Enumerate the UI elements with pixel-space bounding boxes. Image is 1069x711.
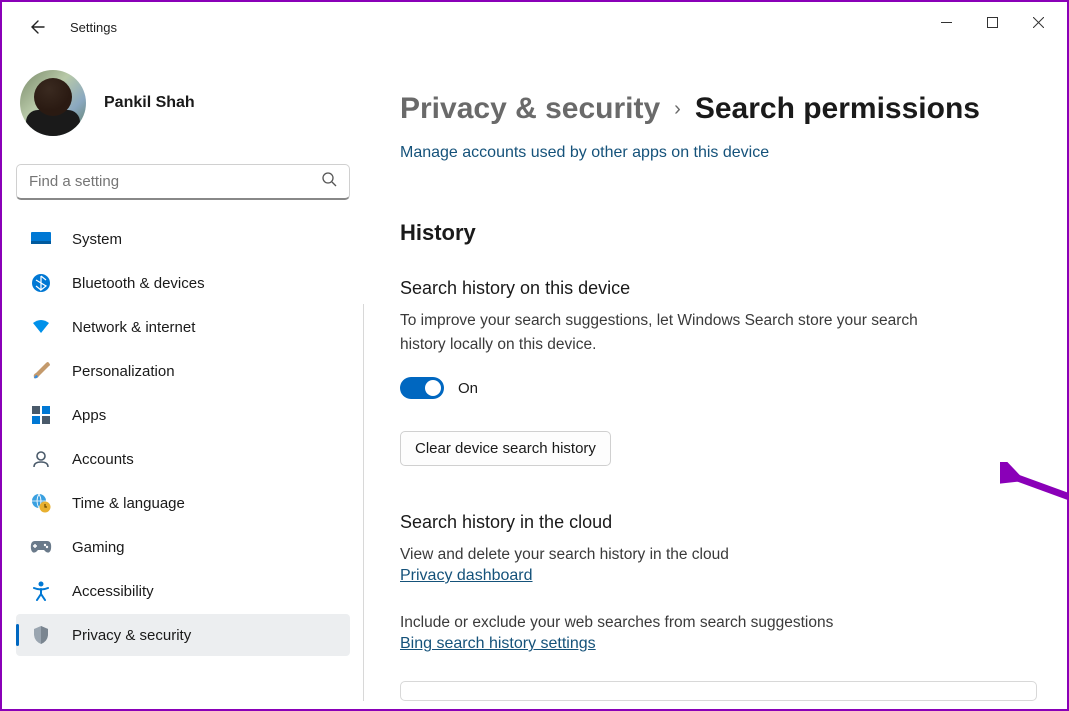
cloud-history-description: View and delete your search history in t… xyxy=(400,543,960,567)
cloud-history-heading: Search history in the cloud xyxy=(400,512,1037,533)
sidebar-item-accounts[interactable]: Accounts xyxy=(16,438,350,480)
sidebar-item-label: Privacy & security xyxy=(72,627,191,644)
sidebar: Pankil Shah System Bluetooth & devices N… xyxy=(2,42,364,701)
chevron-right-icon: › xyxy=(674,98,681,121)
search-history-toggle[interactable] xyxy=(400,377,444,399)
back-button[interactable] xyxy=(26,17,46,37)
device-history-description: To improve your search suggestions, let … xyxy=(400,309,960,357)
breadcrumb: Privacy & security › Search permissions xyxy=(400,92,1037,126)
sidebar-item-accessibility[interactable]: Accessibility xyxy=(16,570,350,612)
sidebar-item-label: Bluetooth & devices xyxy=(72,275,205,292)
sidebar-item-label: Personalization xyxy=(72,363,175,380)
paintbrush-icon xyxy=(30,360,52,382)
app-title: Settings xyxy=(70,20,117,35)
sidebar-item-label: Network & internet xyxy=(72,319,195,336)
sidebar-item-personalization[interactable]: Personalization xyxy=(16,350,350,392)
sidebar-item-label: Apps xyxy=(72,407,106,424)
sidebar-item-label: Accounts xyxy=(72,451,134,468)
toggle-state-label: On xyxy=(458,380,478,397)
clear-history-button[interactable]: Clear device search history xyxy=(400,431,611,466)
breadcrumb-current: Search permissions xyxy=(695,92,980,126)
globe-clock-icon xyxy=(30,492,52,514)
profile-name: Pankil Shah xyxy=(104,94,195,112)
close-button[interactable] xyxy=(1015,6,1061,38)
breadcrumb-parent[interactable]: Privacy & security xyxy=(400,92,660,126)
manage-accounts-link[interactable]: Manage accounts used by other apps on th… xyxy=(400,144,769,161)
minimize-button[interactable] xyxy=(923,6,969,38)
profile-block[interactable]: Pankil Shah xyxy=(20,70,350,136)
privacy-dashboard-link[interactable]: Privacy dashboard xyxy=(400,567,533,584)
avatar xyxy=(20,70,86,136)
apps-icon xyxy=(30,404,52,426)
wifi-icon xyxy=(30,316,52,338)
sidebar-item-label: Gaming xyxy=(72,539,125,556)
sidebar-item-bluetooth[interactable]: Bluetooth & devices xyxy=(16,262,350,304)
sidebar-item-time-language[interactable]: Time & language xyxy=(16,482,350,524)
search-input[interactable] xyxy=(29,173,321,190)
sidebar-item-system[interactable]: System xyxy=(16,218,350,260)
panel-stub xyxy=(400,681,1037,701)
sidebar-item-label: Accessibility xyxy=(72,583,154,600)
person-icon xyxy=(30,448,52,470)
nav-list: System Bluetooth & devices Network & int… xyxy=(16,218,350,656)
device-history-heading: Search history on this device xyxy=(400,278,1037,299)
sidebar-item-gaming[interactable]: Gaming xyxy=(16,526,350,568)
sidebar-item-network[interactable]: Network & internet xyxy=(16,306,350,348)
include-exclude-description: Include or exclude your web searches fro… xyxy=(400,611,960,635)
accessibility-icon xyxy=(30,580,52,602)
sidebar-item-label: System xyxy=(72,231,122,248)
bluetooth-icon xyxy=(30,272,52,294)
bing-settings-link[interactable]: Bing search history settings xyxy=(400,635,596,652)
sidebar-item-apps[interactable]: Apps xyxy=(16,394,350,436)
system-icon xyxy=(30,228,52,250)
gamepad-icon xyxy=(30,536,52,558)
history-heading: History xyxy=(400,220,1037,246)
maximize-button[interactable] xyxy=(969,6,1015,38)
sidebar-item-label: Time & language xyxy=(72,495,185,512)
search-icon xyxy=(321,171,337,192)
shield-icon xyxy=(30,624,52,646)
search-input-wrapper[interactable] xyxy=(16,164,350,200)
sidebar-item-privacy-security[interactable]: Privacy & security xyxy=(16,614,350,656)
header: Settings xyxy=(2,12,1067,42)
main-content: Privacy & security › Search permissions … xyxy=(364,42,1067,701)
